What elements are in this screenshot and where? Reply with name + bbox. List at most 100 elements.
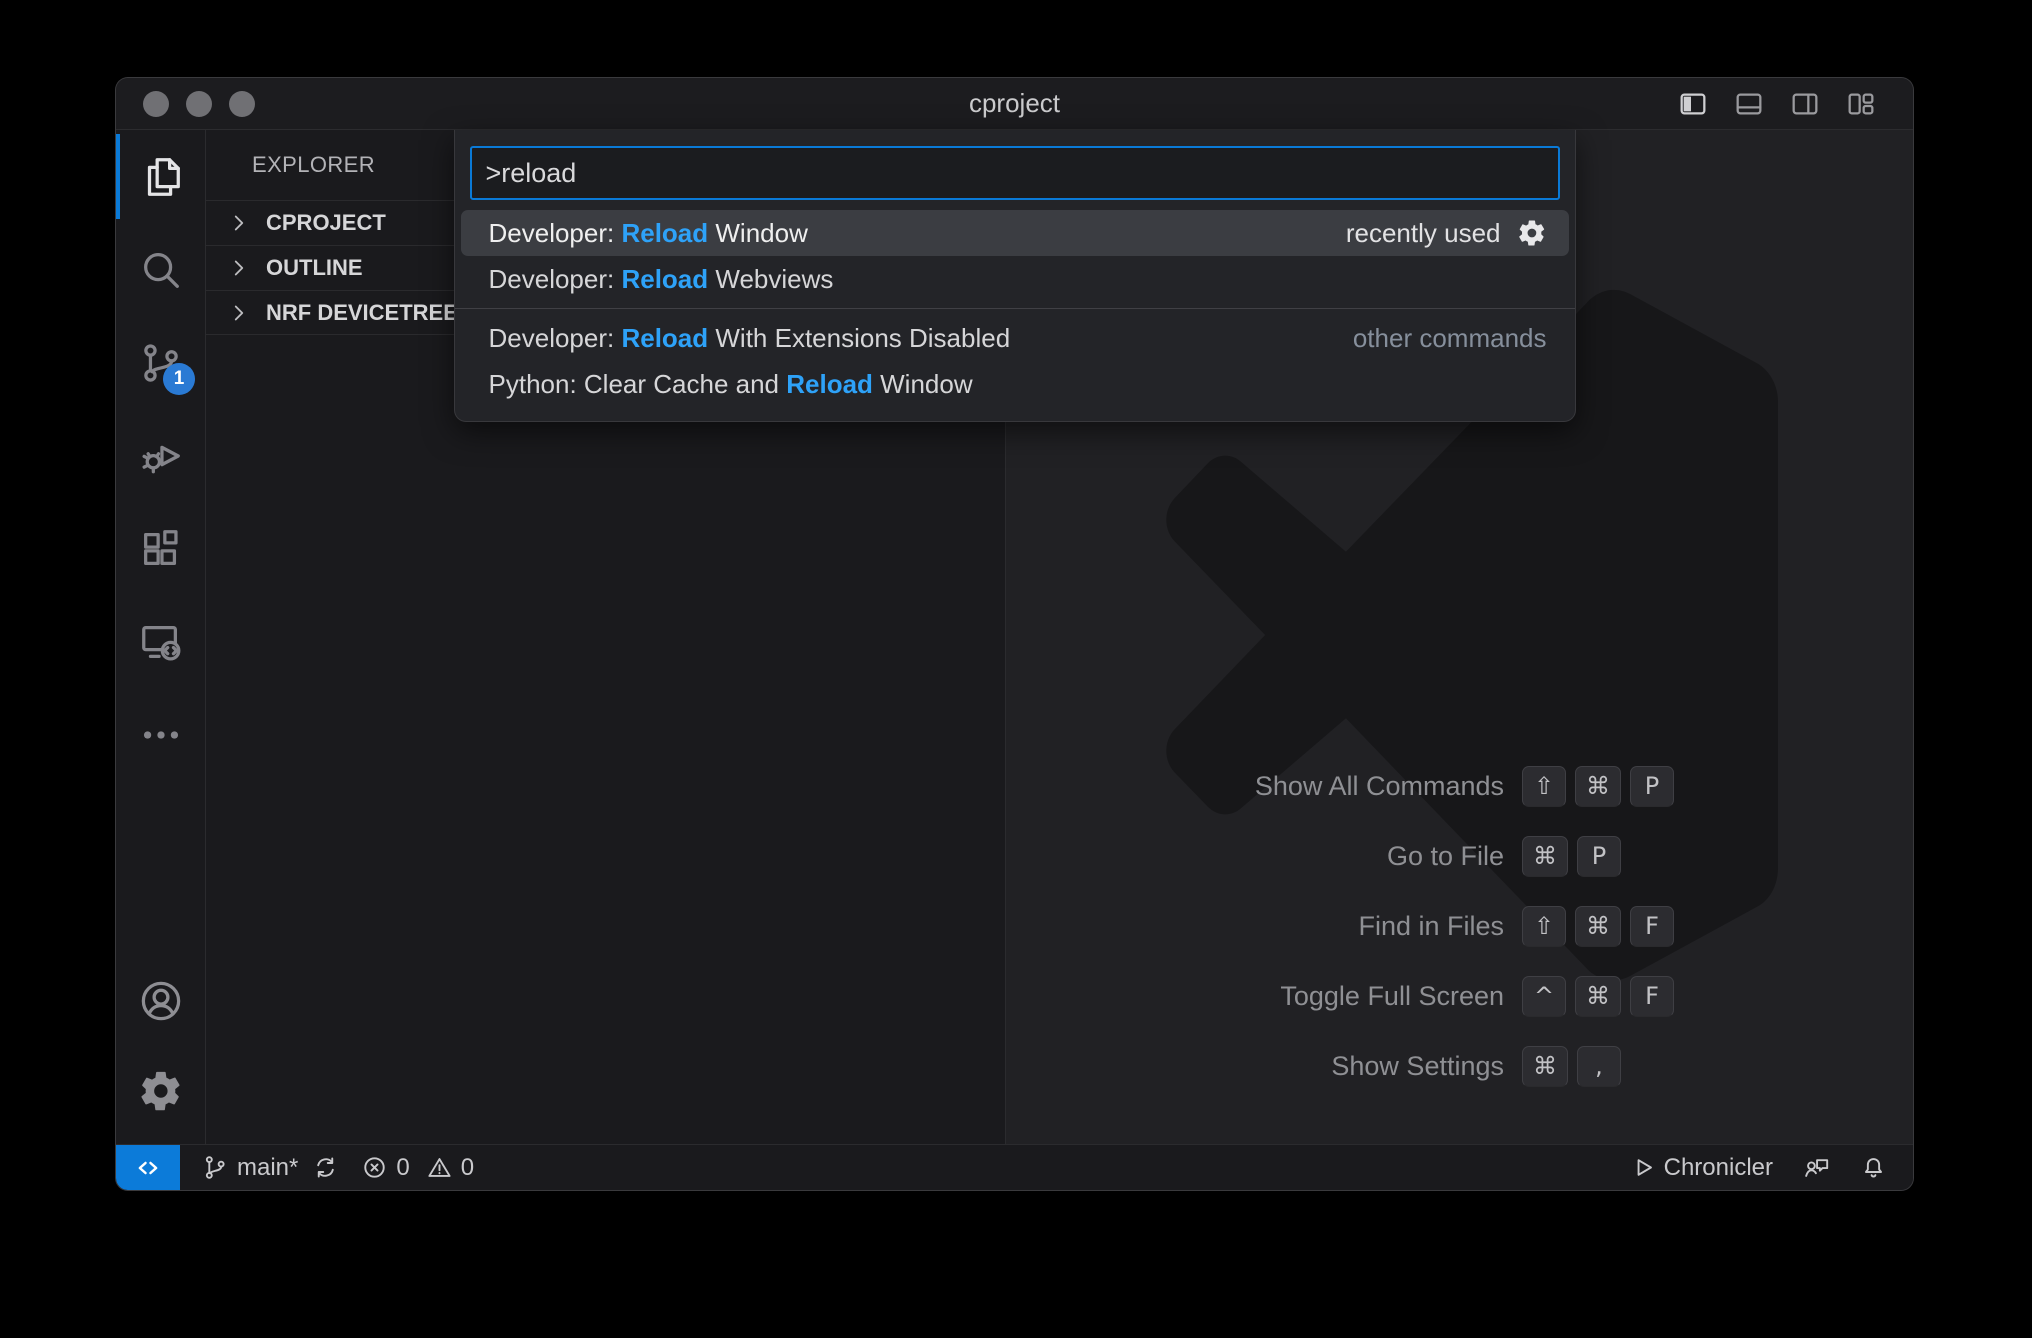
sidebar-item-explorer[interactable] bbox=[116, 130, 205, 223]
command-query: >reload bbox=[486, 158, 577, 189]
chevron-right-icon bbox=[226, 255, 252, 281]
task-runner-status[interactable]: Chronicler bbox=[1629, 1154, 1773, 1182]
shift-key: ⇧ bbox=[1522, 906, 1566, 947]
cmd-key: ⌘ bbox=[1575, 906, 1621, 947]
palette-row-python-clear-cache[interactable]: Python: Clear Cache and Reload Window bbox=[461, 361, 1569, 407]
shortcut-label: Toggle Full Screen bbox=[1174, 981, 1504, 1012]
group-label-recently-used: recently used bbox=[1346, 218, 1501, 249]
chevron-right-icon bbox=[226, 210, 252, 236]
files-icon bbox=[138, 154, 184, 200]
row-text: Developer: Reload Window bbox=[489, 218, 808, 249]
match-text: Reload bbox=[621, 218, 708, 248]
cmd-key: ⌘ bbox=[1522, 1046, 1568, 1087]
section-label: CPROJECT bbox=[266, 210, 386, 236]
toggle-panel-icon[interactable] bbox=[1733, 88, 1765, 120]
shortcut-keys: ^ ⌘ F bbox=[1522, 976, 1674, 1017]
section-label: OUTLINE bbox=[266, 255, 363, 281]
command-input[interactable]: >reload bbox=[470, 146, 1560, 200]
toggle-secondary-sidebar-icon[interactable] bbox=[1789, 88, 1821, 120]
shortcut-label: Find in Files bbox=[1174, 911, 1504, 942]
zoom-window-button[interactable] bbox=[229, 91, 255, 117]
close-window-button[interactable] bbox=[143, 91, 169, 117]
shortcut-label: Go to File bbox=[1174, 841, 1504, 872]
row-text: Developer: Reload Webviews bbox=[489, 264, 834, 295]
remote-indicator[interactable] bbox=[116, 1145, 180, 1190]
manage-button[interactable] bbox=[116, 1046, 205, 1136]
group-label-other-commands: other commands bbox=[1353, 323, 1547, 354]
status-bar-right: Chronicler bbox=[1629, 1154, 1887, 1182]
search-icon bbox=[138, 247, 184, 293]
traffic-lights bbox=[143, 91, 255, 117]
comma-key: , bbox=[1577, 1046, 1621, 1087]
match-text: Reload bbox=[786, 369, 873, 399]
shortcut-row: Go to File ⌘ P bbox=[1174, 836, 1694, 876]
ellipsis-icon bbox=[138, 712, 184, 758]
activity-bar: 1 bbox=[116, 130, 206, 1144]
titlebar: cproject bbox=[116, 78, 1913, 130]
shift-key: ⇧ bbox=[1522, 766, 1566, 807]
layout-controls bbox=[1677, 88, 1877, 120]
palette-row-reload-window[interactable]: Developer: Reload Window recently used bbox=[461, 210, 1569, 256]
extensions-icon bbox=[138, 526, 184, 572]
remote-icon bbox=[133, 1153, 163, 1183]
activity-bar-bottom bbox=[116, 956, 205, 1144]
section-label: NRF DEVICETREE bbox=[266, 300, 458, 326]
problems-status[interactable]: 0 0 bbox=[361, 1154, 474, 1182]
task-runner-label: Chronicler bbox=[1664, 1154, 1773, 1182]
sync-icon bbox=[312, 1154, 339, 1181]
match-text: Reload bbox=[621, 323, 708, 353]
sidebar-item-remote-explorer[interactable] bbox=[116, 595, 205, 688]
f-key: F bbox=[1630, 976, 1674, 1017]
error-count: 0 bbox=[396, 1154, 409, 1182]
branch-status[interactable]: main* bbox=[202, 1154, 339, 1182]
sidebar-item-run-debug[interactable] bbox=[116, 409, 205, 502]
customize-layout-icon[interactable] bbox=[1845, 88, 1877, 120]
shortcut-row: Toggle Full Screen ^ ⌘ F bbox=[1174, 976, 1694, 1016]
palette-row-reload-webviews[interactable]: Developer: Reload Webviews bbox=[461, 256, 1569, 302]
cmd-key: ⌘ bbox=[1575, 976, 1621, 1017]
sidebar-item-search[interactable] bbox=[116, 223, 205, 316]
accounts-button[interactable] bbox=[116, 956, 205, 1046]
command-palette: >reload Developer: Reload Window recentl… bbox=[454, 130, 1576, 422]
branch-name: main* bbox=[237, 1154, 298, 1182]
shortcut-label: Show Settings bbox=[1174, 1051, 1504, 1082]
shortcut-keys: ⌘ , bbox=[1522, 1046, 1621, 1087]
notifications-button[interactable] bbox=[1860, 1154, 1887, 1181]
p-key: P bbox=[1630, 766, 1674, 807]
cmd-key: ⌘ bbox=[1575, 766, 1621, 807]
palette-row-reload-extensions-disabled[interactable]: Developer: Reload With Extensions Disabl… bbox=[461, 315, 1569, 361]
shortcut-keys: ⇧ ⌘ F bbox=[1522, 906, 1674, 947]
shortcut-row: Show All Commands ⇧ ⌘ P bbox=[1174, 766, 1694, 806]
source-control-badge: 1 bbox=[163, 363, 195, 395]
palette-group-separator bbox=[455, 308, 1575, 309]
f-key: F bbox=[1630, 906, 1674, 947]
warning-icon bbox=[426, 1154, 453, 1181]
shortcut-keys: ⌘ P bbox=[1522, 836, 1621, 877]
shortcut-row: Find in Files ⇧ ⌘ F bbox=[1174, 906, 1694, 946]
shortcut-keys: ⇧ ⌘ P bbox=[1522, 766, 1674, 807]
more-views-button[interactable] bbox=[116, 688, 205, 781]
error-icon bbox=[361, 1154, 388, 1181]
match-text: Reload bbox=[621, 264, 708, 294]
workbench-main: 1 bbox=[116, 130, 1913, 1144]
minimize-window-button[interactable] bbox=[186, 91, 212, 117]
feedback-button[interactable] bbox=[1803, 1154, 1830, 1181]
configure-keybinding-gear-icon[interactable] bbox=[1517, 218, 1547, 248]
play-outline-icon bbox=[1629, 1154, 1656, 1181]
p-key: P bbox=[1577, 836, 1621, 877]
row-text: Developer: Reload With Extensions Disabl… bbox=[489, 323, 1011, 354]
remote-explorer-icon bbox=[138, 619, 184, 665]
shortcut-row: Show Settings ⌘ , bbox=[1174, 1046, 1694, 1086]
toggle-primary-sidebar-icon[interactable] bbox=[1677, 88, 1709, 120]
run-debug-icon bbox=[138, 433, 184, 479]
feedback-icon bbox=[1803, 1154, 1830, 1181]
cmd-key: ⌘ bbox=[1522, 836, 1568, 877]
chevron-right-icon bbox=[226, 300, 252, 326]
sidebar-item-source-control[interactable]: 1 bbox=[116, 316, 205, 409]
row-text: Python: Clear Cache and Reload Window bbox=[489, 369, 973, 400]
sidebar-item-extensions[interactable] bbox=[116, 502, 205, 595]
vscode-window: cproject bbox=[116, 78, 1913, 1190]
bell-icon bbox=[1860, 1154, 1887, 1181]
git-branch-icon bbox=[202, 1154, 229, 1181]
window-title: cproject bbox=[969, 88, 1060, 119]
